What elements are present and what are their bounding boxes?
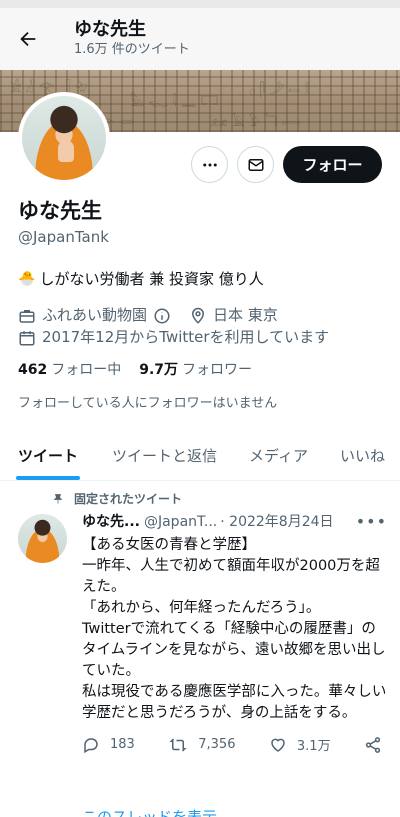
tweet-actions: 183 7,356 3.1万	[82, 735, 382, 754]
like-button[interactable]: 3.1万	[269, 735, 331, 754]
pinned-tweet[interactable]: 固定されたツイート ゆな先... @JapanT... · 2022年8月24日…	[0, 484, 400, 817]
following-link[interactable]: 462 フォロー中	[18, 359, 121, 379]
profile-avatar[interactable]	[18, 92, 110, 184]
tweet-handle[interactable]: @JapanT...	[144, 512, 217, 532]
tweet-line: 一昨年、人生で初めて額面年収が2000万を超えた。	[82, 558, 380, 595]
tweet-body: ゆな先... @JapanT... · 2022年8月24日 ••• 【ある女医…	[82, 512, 387, 754]
top-bar: ゆな先生 1.6万 件のツイート	[0, 0, 400, 70]
share-button[interactable]	[364, 735, 382, 754]
briefcase-icon	[19, 309, 35, 323]
chick-icon: 🐣	[18, 271, 36, 287]
tab-tweets[interactable]: ツイート	[0, 431, 96, 480]
tab-likes[interactable]: いいね	[324, 431, 400, 480]
reply-icon	[84, 737, 98, 753]
known-followers-text: フォローしている人にフォロワーはいません	[18, 396, 278, 411]
tweet-line: 【ある女医の青春と学歴】	[82, 537, 256, 553]
profile-actions: フォロー	[191, 146, 382, 183]
tweet-more-icon[interactable]: •••	[356, 512, 387, 532]
profile-info: ゆな先生 @JapanTank 🐣 しがない労働者 兼 投資家 億り人 ふれあい…	[18, 197, 382, 411]
share-icon	[365, 736, 381, 753]
profile-handle: @JapanTank	[18, 228, 109, 246]
location-text: 日本 東京	[213, 306, 278, 324]
tweet-line: Twitterで流れてくる「経験中心の履歴書」のタイムラインを見ながら、遠い故郷…	[82, 621, 386, 679]
message-button[interactable]	[237, 146, 274, 183]
more-icon	[202, 163, 217, 166]
header-name: ゆな先生	[74, 19, 146, 40]
retweet-button[interactable]: 7,356	[168, 735, 235, 754]
follow-button[interactable]: フォロー	[283, 146, 382, 183]
reply-button[interactable]: 183	[82, 735, 135, 754]
calendar-icon	[19, 330, 35, 345]
tweet-author[interactable]: ゆな先...	[82, 512, 140, 532]
retweet-icon	[169, 737, 187, 752]
mail-icon	[248, 158, 263, 171]
tweet-date[interactable]: · 2022年8月24日	[220, 512, 333, 532]
display-name: ゆな先生	[18, 199, 102, 223]
pin-icon	[53, 493, 63, 503]
bio-text: しがない労働者 兼 投資家 億り人	[39, 270, 264, 288]
pinned-label: 固定されたツイート	[52, 490, 182, 507]
tab-media[interactable]: メディア	[233, 431, 324, 480]
heart-icon	[271, 738, 285, 752]
tweet-line: 私は現役である慶應医学部に入った。華々しい学歴だと思うだろうが、身の上話をする。	[82, 684, 387, 721]
workplace-text: ふれあい動物園	[42, 306, 148, 324]
info-icon[interactable]	[153, 307, 171, 325]
arrow-left-icon	[20, 31, 36, 47]
tweet-header: ゆな先... @JapanT... · 2022年8月24日 •••	[82, 512, 387, 532]
joined-text: 2017年12月からTwitterを利用しています	[42, 328, 330, 346]
tab-tweets-replies[interactable]: ツイートと返信	[96, 431, 233, 480]
profile-bio: 🐣 しがない労働者 兼 投資家 億り人	[18, 269, 382, 289]
show-thread-link[interactable]: このスレッドを表示	[82, 806, 217, 817]
tweet-line: 「あれから、何年経ったんだろう」。	[82, 600, 321, 616]
tweet-avatar[interactable]	[18, 514, 67, 563]
profile-tabs: ツイート ツイートと返信 メディア いいね	[0, 431, 400, 481]
follow-stats: 462 フォロー中 9.7万 フォロワー	[18, 359, 382, 379]
profile-meta: ふれあい動物園 日本 東京 2017年12月からTwitterを利用しています	[18, 305, 382, 348]
more-button[interactable]	[191, 146, 228, 183]
followers-link[interactable]: 9.7万 フォロワー	[139, 359, 252, 379]
back-button[interactable]	[0, 11, 56, 67]
location-pin-icon	[192, 307, 205, 324]
header-tweet-count: 1.6万 件のツイート	[74, 42, 190, 57]
tweet-text: 【ある女医の青春と学歴】 一昨年、人生で初めて額面年収が2000万を超えた。 「…	[82, 535, 387, 724]
